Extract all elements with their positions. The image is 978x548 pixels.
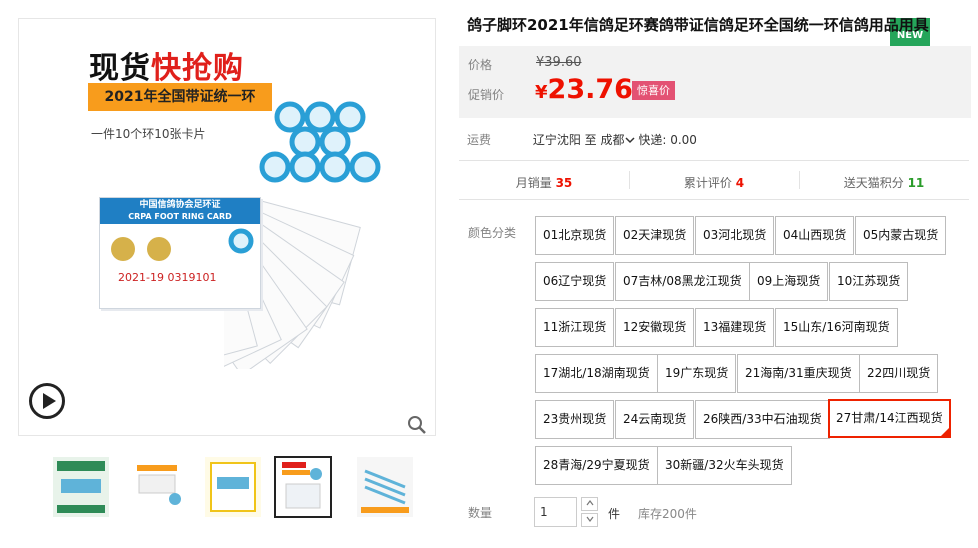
color-option[interactable]: 22四川现货	[859, 354, 939, 393]
chevron-up-icon	[586, 500, 593, 506]
color-option[interactable]: 01北京现货	[535, 216, 615, 255]
quantity-decrease-button[interactable]	[581, 513, 598, 527]
thumbnail-strip	[52, 456, 414, 522]
main-product-image[interactable]: 现货快抢购 2021年全国带证统一环 一件10个环10张卡片 中国信鸽协会足环证…	[18, 18, 436, 436]
thumbnail[interactable]	[128, 456, 186, 518]
thumbnail-image	[276, 458, 330, 516]
color-option[interactable]: 28青海/29宁夏现货	[535, 446, 658, 485]
play-video-button[interactable]	[29, 383, 65, 419]
stock-count: 库存200件	[638, 507, 697, 521]
image-subline: 一件10个环10张卡片	[91, 127, 206, 141]
blue-ring-icon	[228, 228, 254, 254]
gold-medal-icon	[111, 237, 135, 261]
color-option[interactable]: 30新疆/32火车头现货	[657, 446, 792, 485]
thumbnail[interactable]	[52, 456, 110, 518]
shipping-label: 运费	[467, 133, 492, 147]
color-option[interactable]: 10江苏现货	[829, 262, 909, 301]
color-option[interactable]: 19广东现货	[657, 354, 737, 393]
review-count[interactable]: 累计评价 4	[629, 174, 799, 191]
color-option[interactable]: 15山东/16河南现货	[775, 308, 898, 347]
color-option[interactable]: 05内蒙古现货	[855, 216, 947, 255]
color-option[interactable]: 11浙江现货	[535, 308, 615, 347]
thumbnail-image	[53, 457, 109, 517]
chevron-down-icon	[625, 137, 635, 144]
color-option-selected[interactable]: 27甘肃/14江西现货	[828, 399, 951, 438]
current-price: ¥23.76	[535, 74, 633, 105]
foot-rings-illustration	[259, 101, 381, 183]
price-panel: 价格 ¥39.60 促销价 ¥23.76 惊喜价	[459, 46, 971, 118]
zoom-icon[interactable]	[407, 415, 427, 435]
thumbnail-active[interactable]	[274, 456, 332, 518]
quantity-input[interactable]: 1	[534, 497, 577, 527]
tmall-points: 送天猫积分 11	[843, 176, 925, 190]
quantity-increase-button[interactable]	[581, 497, 598, 511]
color-option[interactable]: 07吉林/08黑龙江现货	[615, 262, 750, 301]
monthly-sales: 月销量 35	[515, 176, 573, 190]
ship-to-word: 至	[584, 133, 597, 147]
thumbnail-image	[357, 457, 413, 517]
color-option[interactable]: 21海南/31重庆现货	[737, 354, 860, 393]
product-title: 鸽子脚环2021年信鸽足环赛鸽带证信鸽足环全国统一环信鸽用品用具	[467, 16, 929, 34]
image-banner: 2021年全国带证统一环	[88, 83, 272, 111]
thumbnail-image	[205, 457, 261, 517]
color-option[interactable]: 23贵州现货	[535, 400, 615, 439]
thumbnail-image	[129, 457, 185, 517]
chevron-down-icon	[586, 516, 593, 522]
color-option[interactable]: 06辽宁现货	[535, 262, 615, 301]
ship-from: 辽宁沈阳	[532, 133, 581, 147]
thumbnail[interactable]	[204, 456, 262, 518]
stats-bar: 月销量 35 累计评价 4 送天猫积分 11	[459, 160, 969, 200]
color-option[interactable]: 13福建现货	[695, 308, 775, 347]
original-price: ¥39.60	[536, 55, 582, 70]
color-option[interactable]: 12安徽现货	[615, 308, 695, 347]
color-option[interactable]: 24云南现货	[615, 400, 695, 439]
image-headline: 现货快抢购	[89, 51, 244, 86]
gold-medal-icon	[147, 237, 171, 261]
color-option[interactable]: 02天津现货	[615, 216, 695, 255]
color-option[interactable]: 04山西现货	[775, 216, 855, 255]
shipping-fee: 快递: 0.00	[638, 133, 697, 147]
promo-tag: 惊喜价	[632, 81, 675, 100]
shipping-row: 运费 辽宁沈阳 至 成都 快递: 0.00	[467, 131, 967, 148]
color-category-label: 颜色分类	[468, 226, 517, 240]
promo-price-label: 促销价	[468, 88, 505, 102]
quantity-unit: 件	[608, 507, 621, 521]
ship-to-selector[interactable]: 成都	[601, 133, 635, 147]
ring-certificate-card: 中国信鸽协会足环证 CRPA FOOT RING CARD 2021-19 031…	[99, 197, 261, 309]
color-option[interactable]: 03河北现货	[695, 216, 775, 255]
price-label: 价格	[468, 58, 493, 72]
color-option[interactable]: 09上海现货	[749, 262, 829, 301]
color-option[interactable]: 26陕西/33中石油现货	[695, 400, 830, 439]
quantity-label: 数量	[468, 506, 493, 520]
color-option[interactable]: 17湖北/18湖南现货	[535, 354, 658, 393]
thumbnail[interactable]	[356, 456, 414, 518]
card-number: 2021-19 0319101	[118, 271, 217, 284]
